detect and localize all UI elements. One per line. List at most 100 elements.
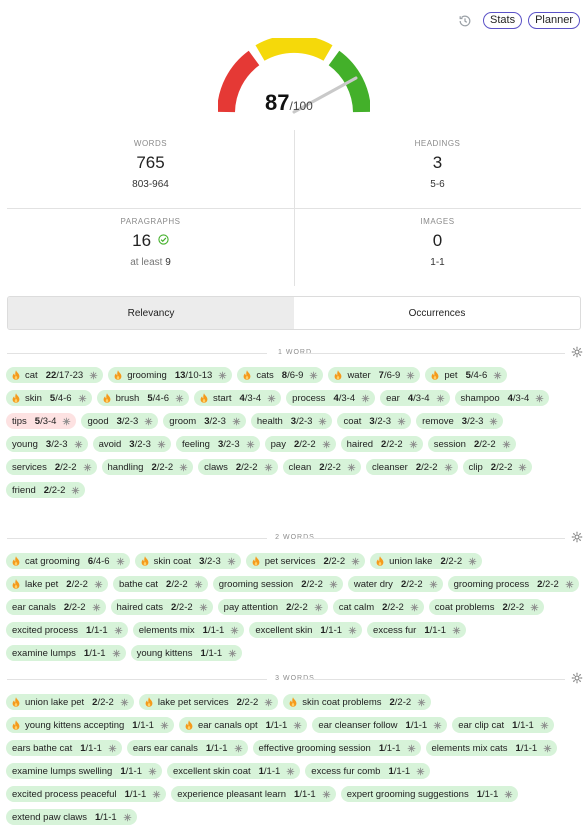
keyword-chip[interactable]: ear canals opt 1/1-1	[178, 717, 308, 733]
asterisk-icon[interactable]	[264, 463, 273, 472]
asterisk-icon[interactable]	[234, 744, 243, 753]
keyword-chip[interactable]: clean 2/2-2	[282, 459, 361, 475]
asterisk-icon[interactable]	[409, 440, 418, 449]
keyword-chip[interactable]: effective grooming session 1/1-1	[252, 740, 421, 756]
keyword-chip[interactable]: ear clip cat 1/1-1	[452, 717, 554, 733]
asterisk-icon[interactable]	[407, 744, 416, 753]
keyword-chip[interactable]: claws 2/2-2	[198, 459, 278, 475]
asterisk-icon[interactable]	[116, 557, 125, 566]
keyword-chip[interactable]: ears ear canals 1/1-1	[126, 740, 248, 756]
keyword-chip[interactable]: clip 2/2-2	[462, 459, 533, 475]
keyword-chip[interactable]: excited process peaceful 1/1-1	[6, 786, 167, 802]
keyword-chip[interactable]: skin 5/4-6	[6, 390, 92, 406]
keyword-chip[interactable]: pet 5/4-6	[425, 367, 508, 383]
keyword-chip[interactable]: cleanser 2/2-2	[365, 459, 458, 475]
asterisk-icon[interactable]	[309, 371, 318, 380]
keyword-chip[interactable]: excess fur comb 1/1-1	[305, 763, 431, 779]
keyword-chip[interactable]: ear canals 2/2-2	[6, 599, 106, 615]
keyword-chip[interactable]: coat problems 2/2-2	[428, 599, 545, 615]
asterisk-icon[interactable]	[540, 721, 549, 730]
keyword-chip[interactable]: water dry 2/2-2	[347, 576, 443, 592]
keyword-chip[interactable]: coat 3/2-3	[337, 413, 412, 429]
asterisk-icon[interactable]	[227, 557, 236, 566]
asterisk-icon[interactable]	[530, 603, 539, 612]
keyword-chip[interactable]: examine lumps 1/1-1	[6, 645, 126, 661]
keyword-chip[interactable]: experience pleasant learn 1/1-1	[171, 786, 336, 802]
keyword-chip[interactable]: excellent skin 1/1-1	[249, 622, 363, 638]
asterisk-icon[interactable]	[83, 463, 92, 472]
asterisk-icon[interactable]	[123, 813, 132, 822]
asterisk-icon[interactable]	[71, 486, 80, 495]
planner-button[interactable]: Planner	[528, 12, 580, 29]
keyword-chip[interactable]: friend 2/2-2	[6, 482, 86, 498]
gear-icon[interactable]	[571, 346, 583, 358]
keyword-chip[interactable]: grooming process 2/2-2	[447, 576, 579, 592]
asterisk-icon[interactable]	[218, 371, 227, 380]
asterisk-icon[interactable]	[246, 440, 255, 449]
tab-relevancy[interactable]: Relevancy	[8, 297, 294, 329]
keyword-chip[interactable]: lake pet services 2/2-2	[138, 694, 279, 710]
asterisk-icon[interactable]	[493, 371, 502, 380]
keyword-chip[interactable]: grooming session 2/2-2	[212, 576, 343, 592]
asterisk-icon[interactable]	[62, 417, 71, 426]
asterisk-icon[interactable]	[314, 603, 323, 612]
asterisk-icon[interactable]	[444, 463, 453, 472]
asterisk-icon[interactable]	[228, 649, 237, 658]
keyword-chip[interactable]: remove 3/2-3	[416, 413, 504, 429]
asterisk-icon[interactable]	[108, 744, 117, 753]
keyword-chip[interactable]: cat calm 2/2-2	[332, 599, 424, 615]
keyword-chip[interactable]: health 3/2-3	[250, 413, 333, 429]
stats-button[interactable]: Stats	[483, 12, 523, 29]
keyword-chip[interactable]: groom 3/2-3	[163, 413, 246, 429]
asterisk-icon[interactable]	[114, 626, 123, 635]
asterisk-icon[interactable]	[232, 417, 241, 426]
asterisk-icon[interactable]	[199, 603, 208, 612]
gear-icon[interactable]	[571, 531, 583, 543]
keyword-chip[interactable]: avoid 3/2-3	[92, 436, 171, 452]
asterisk-icon[interactable]	[322, 790, 331, 799]
asterisk-icon[interactable]	[543, 744, 552, 753]
asterisk-icon[interactable]	[433, 721, 442, 730]
keyword-chip[interactable]: young kittens 1/1-1	[130, 645, 243, 661]
asterisk-icon[interactable]	[264, 698, 273, 707]
asterisk-icon[interactable]	[429, 580, 438, 589]
keyword-chip[interactable]: bathe cat 2/2-2	[112, 576, 208, 592]
keyword-chip[interactable]: cats 8/6-9	[237, 367, 324, 383]
keyword-chip[interactable]: elements mix cats 1/1-1	[425, 740, 558, 756]
asterisk-icon[interactable]	[348, 626, 357, 635]
asterisk-icon[interactable]	[347, 463, 356, 472]
asterisk-icon[interactable]	[468, 557, 477, 566]
keyword-chip[interactable]: excited process 1/1-1	[6, 622, 128, 638]
keyword-chip[interactable]: process 4/3-4	[286, 390, 376, 406]
asterisk-icon[interactable]	[518, 463, 527, 472]
keyword-chip[interactable]: skin coat problems 2/2-2	[283, 694, 432, 710]
keyword-chip[interactable]: skin coat 3/2-3	[134, 553, 241, 569]
asterisk-icon[interactable]	[293, 721, 302, 730]
asterisk-icon[interactable]	[78, 394, 87, 403]
asterisk-icon[interactable]	[120, 698, 129, 707]
asterisk-icon[interactable]	[489, 417, 498, 426]
asterisk-icon[interactable]	[74, 440, 83, 449]
asterisk-icon[interactable]	[286, 767, 295, 776]
asterisk-icon[interactable]	[94, 580, 103, 589]
keyword-chip[interactable]: brush 5/4-6	[96, 390, 190, 406]
asterisk-icon[interactable]	[322, 440, 331, 449]
asterisk-icon[interactable]	[194, 580, 203, 589]
asterisk-icon[interactable]	[89, 371, 98, 380]
asterisk-icon[interactable]	[157, 440, 166, 449]
history-icon[interactable]	[457, 13, 473, 29]
keyword-chip[interactable]: grooming 13/10-13	[108, 367, 233, 383]
asterisk-icon[interactable]	[452, 626, 461, 635]
keyword-chip[interactable]: expert grooming suggestions 1/1-1	[340, 786, 519, 802]
asterisk-icon[interactable]	[397, 417, 406, 426]
asterisk-icon[interactable]	[565, 580, 574, 589]
keyword-chip[interactable]: shampoo 4/3-4	[454, 390, 550, 406]
keyword-chip[interactable]: young 3/2-3	[6, 436, 88, 452]
keyword-chip[interactable]: lake pet 2/2-2	[6, 576, 108, 592]
keyword-chip[interactable]: cat grooming 6/4-6	[6, 553, 130, 569]
gear-icon[interactable]	[571, 672, 583, 684]
asterisk-icon[interactable]	[417, 698, 426, 707]
keyword-chip[interactable]: haired cats 2/2-2	[110, 599, 213, 615]
keyword-chip[interactable]: ear 4/3-4	[380, 390, 450, 406]
keyword-chip[interactable]: excellent skin coat 1/1-1	[167, 763, 301, 779]
